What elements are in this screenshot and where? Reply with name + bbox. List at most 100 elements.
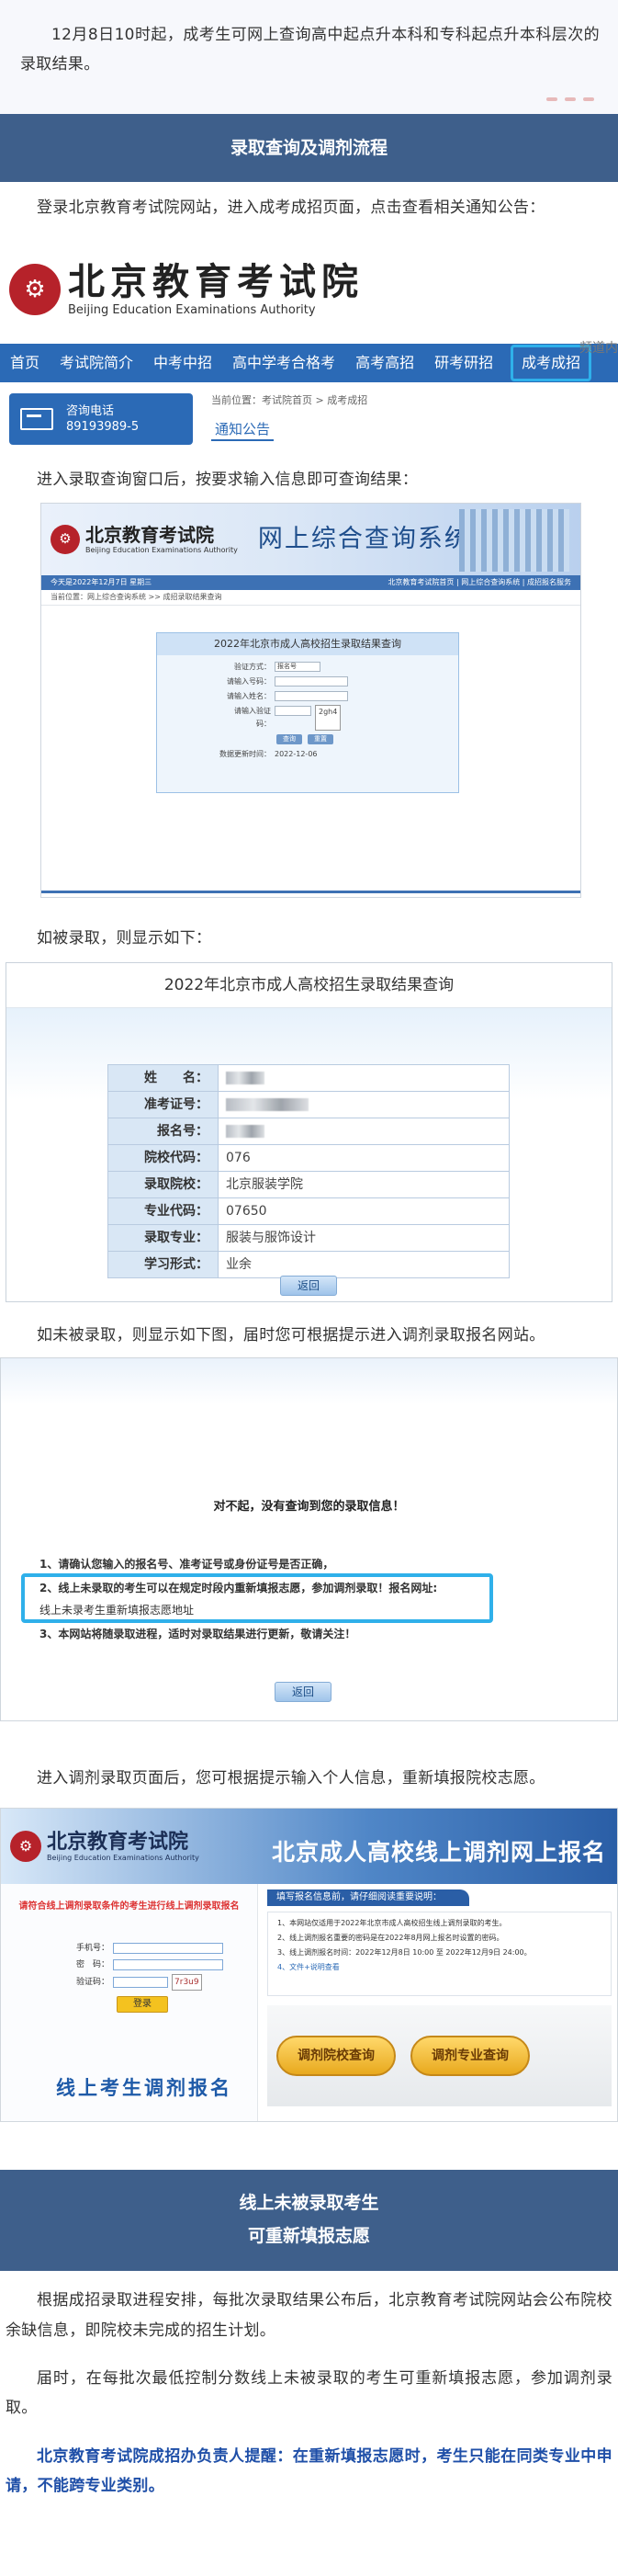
section-banner-query: 录取查询及调剂流程 [0, 114, 618, 182]
phone-card-icon [20, 408, 53, 431]
label-method: 验证方式： [234, 662, 271, 671]
channel-search-label: 频道内 [579, 341, 618, 357]
system-title: 网上综合查询系统 [257, 524, 471, 553]
logo-cn: 北京教育考试院 [47, 1830, 189, 1855]
logo-cn: 北京教育考试院 [85, 523, 214, 546]
label-phone: 手机号： [76, 1944, 110, 1954]
logo-cn: 北京教育考试院 [68, 260, 364, 304]
tab-notice[interactable]: 通知公告 [211, 419, 275, 442]
decor-dots [546, 97, 594, 101]
label-captcha: 请输入验证码： [234, 706, 271, 728]
table-row: 学习形式： 业余 [107, 1250, 510, 1278]
table-row: 准考证号： [107, 1090, 510, 1118]
screenshot-exam-site: ⚙ 北京教育考试院 Beijing Education Examinations… [0, 248, 618, 448]
footer-line [41, 890, 580, 893]
hint-line-3: 3、本网站将随录取进程，适时对录取结果进行更新，敬请关注！ [39, 1628, 356, 1641]
hint-line-1: 1、请确认您输入的报名号、准考证号或身份证号是否正确， [39, 1558, 334, 1572]
login-tip: 请符合线上调剂录取条件的考生进行线上调剂录取报名 [18, 1901, 240, 1912]
date-text: 今天是2022年12月7日 星期三 [51, 577, 152, 586]
intro-text: 12月8日10时起，成考生可网上查询高中起点升本科和专科起点升本科层次的录取结果… [20, 26, 600, 74]
logo-en: Beijing Education Examinations Authority [47, 1854, 199, 1863]
emblem-icon: ⚙ [51, 524, 80, 554]
logo-en: Beijing Education Examinations Authority [85, 545, 238, 554]
nav-zhongkao[interactable]: 中考中招 [143, 344, 222, 382]
query-form: 2022年北京市成人高校招生录取结果查询 验证方式： 报名号 请输入号码： 请输入… [156, 631, 459, 793]
nav-about[interactable]: 考试院简介 [50, 344, 143, 382]
building-image [459, 508, 569, 572]
hotline-box[interactable]: 咨询电话 89193989-5 [9, 393, 193, 446]
notice-panel: 填写报名信息前，请仔细阅读重要说明： 1、本网站仅适用于2022年北京市成人高校… [267, 1889, 612, 2116]
label-number: 请输入号码： [227, 676, 271, 686]
notice-list: 1、本网站仅适用于2022年北京市成人高校招生线上调剂录取的考生。 2、线上调剂… [267, 1912, 612, 1997]
site-logo[interactable]: ⚙ 北京教育考试院 Beijing Education Examinations… [0, 248, 618, 331]
login-panel: 请符合线上调剂录取条件的考生进行线上调剂录取报名 手机号： 密 码： 验证码： 7… [1, 1884, 258, 2122]
reset-button[interactable]: 重置 [308, 733, 333, 744]
screenshot-query-system: ⚙ 北京教育考试院 Beijing Education Examinations… [40, 502, 581, 898]
name-input[interactable] [275, 690, 348, 701]
back-button[interactable]: 返回 [280, 1275, 337, 1296]
breadcrumb: 当前位置：考试院首页 > 成考成招 [211, 394, 368, 407]
captcha-image[interactable]: 7r3u9 [172, 1974, 202, 1992]
nav-yankao[interactable]: 研考研招 [424, 344, 503, 382]
notice-title: 填写报名信息前，请仔细阅读重要说明： [267, 1889, 469, 1907]
reminder-text: 北京教育考试院成招办负责人提醒：在重新填报志愿时，考生只能在同类专业中申请，不能… [6, 2446, 612, 2495]
list-item: 1、本网站仅适用于2022年北京市成人高校招生线上调剂录取的考生。 [277, 1919, 507, 1928]
step-text-5: 进入调剂录取页面后，您可根据提示输入个人信息，重新填报院校志愿。 [37, 1769, 545, 1788]
redacted [226, 1124, 264, 1138]
number-input[interactable] [275, 675, 348, 687]
hotline-label: 咨询电话 [66, 404, 115, 419]
paragraph-2: 届时，在每批次最低控制分数线上未被录取的考生可重新填报志愿，参加调剂录取。 [6, 2369, 612, 2418]
site-nav: 首页 考试院简介 中考中招 高中学考合格考 高考高招 研考研招 成考成招 [0, 344, 618, 383]
result-title: 2022年北京市成人高校招生录取结果查询 [6, 963, 612, 1008]
table-row: 姓 名： [107, 1063, 510, 1092]
intro-card: 12月8日10时起，成考生可网上查询高中起点升本科和专科起点升本科层次的录取结果… [0, 0, 618, 114]
nav-gaokao[interactable]: 高考高招 [345, 344, 424, 382]
screenshot-not-admitted: 对不起，没有查询到您的录取信息！ 1、请确认您输入的报名号、准考证号或身份证号是… [0, 1357, 618, 1722]
nav-home[interactable]: 首页 [0, 344, 50, 382]
update-label: 数据更新时间： [219, 749, 271, 758]
breadcrumb: 当前位置：网上综合查询系统 >> 成招录取结果查询 [41, 590, 580, 606]
sorry-message: 对不起，没有查询到您的录取信息！ [213, 1500, 405, 1515]
login-button[interactable]: 登录 [117, 1996, 168, 2014]
password-input[interactable] [113, 1959, 224, 1971]
nav-xuekao[interactable]: 高中学考合格考 [222, 344, 345, 382]
paragraph-1: 根据成招录取进程安排，每批次录取结果公布后，北京教育考试院网站会公布院校余缺信息… [6, 2291, 612, 2340]
highlight-box [21, 1573, 493, 1624]
method-select[interactable]: 报名号 [275, 661, 320, 672]
step-text-4: 如未被录取，则显示如下图，届时您可根据提示进入调剂录取报名网站。 [37, 1325, 545, 1345]
redacted [226, 1071, 264, 1084]
label-code: 验证码： [76, 1978, 110, 1988]
screenshot-adjust-site: ⚙ 北京教育考试院 Beijing Education Examinations… [0, 1808, 618, 2123]
table-row: 报名号： [107, 1117, 510, 1145]
table-row: 专业代码： 07650 [107, 1197, 510, 1225]
table-row: 录取院校： 北京服装学院 [107, 1170, 510, 1198]
captcha-image[interactable]: 2gh4 [315, 704, 342, 731]
query-button[interactable]: 查询 [276, 733, 302, 744]
label-password: 密 码： [76, 1960, 110, 1970]
top-links[interactable]: 北京教育考试院首页 | 网上综合查询系统 | 成招报名服务 [388, 575, 571, 590]
phone-input[interactable] [113, 1943, 224, 1955]
redacted [226, 1097, 309, 1111]
logo-en: Beijing Education Examinations Authority [68, 303, 316, 318]
update-time: 2022-12-06 [275, 749, 318, 758]
emblem-icon: ⚙ [9, 264, 61, 316]
list-item: 3、线上调剂报名时间：2022年12月8日 10:00 至 2022年12月9日… [277, 1948, 532, 1958]
top-bar: 今天是2022年12月7日 星期三 北京教育考试院首页 | 网上综合查询系统 |… [41, 574, 580, 590]
school-query-button[interactable]: 调剂院校查询 [276, 2036, 396, 2077]
banner-line-2: 可重新填报志愿 [247, 2226, 370, 2247]
panel-footer-text: 线上考生调剂报名 [56, 2076, 232, 2099]
step-text-1: 登录北京教育考试院网站，进入成考成招页面，点击查看相关通知公告： [37, 199, 545, 217]
major-query-button[interactable]: 调剂专业查询 [410, 2036, 530, 2077]
code-input[interactable] [113, 1977, 169, 1989]
list-item: 2、线上调剂报名重要的密码是在2022年8月网上报名时设置的密码。 [277, 1934, 504, 1943]
adjust-title: 北京成人高校线上调剂网上报名 [271, 1839, 606, 1867]
captcha-input[interactable] [275, 705, 311, 716]
table-row: 录取专业： 服装与服饰设计 [107, 1223, 510, 1252]
hotline-number: 89193989-5 [66, 420, 140, 435]
back-button[interactable]: 返回 [275, 1682, 331, 1703]
list-item[interactable]: 4、文件+说明查看 [277, 1960, 611, 1975]
table-row: 院校代码： 076 [107, 1143, 510, 1172]
banner-line-1: 线上未被录取考生 [239, 2193, 379, 2214]
emblem-icon: ⚙ [10, 1831, 41, 1863]
screenshot-admit-result: 2022年北京市成人高校招生录取结果查询 姓 名： 准考证号： 报名号： 院校代… [6, 961, 612, 1302]
